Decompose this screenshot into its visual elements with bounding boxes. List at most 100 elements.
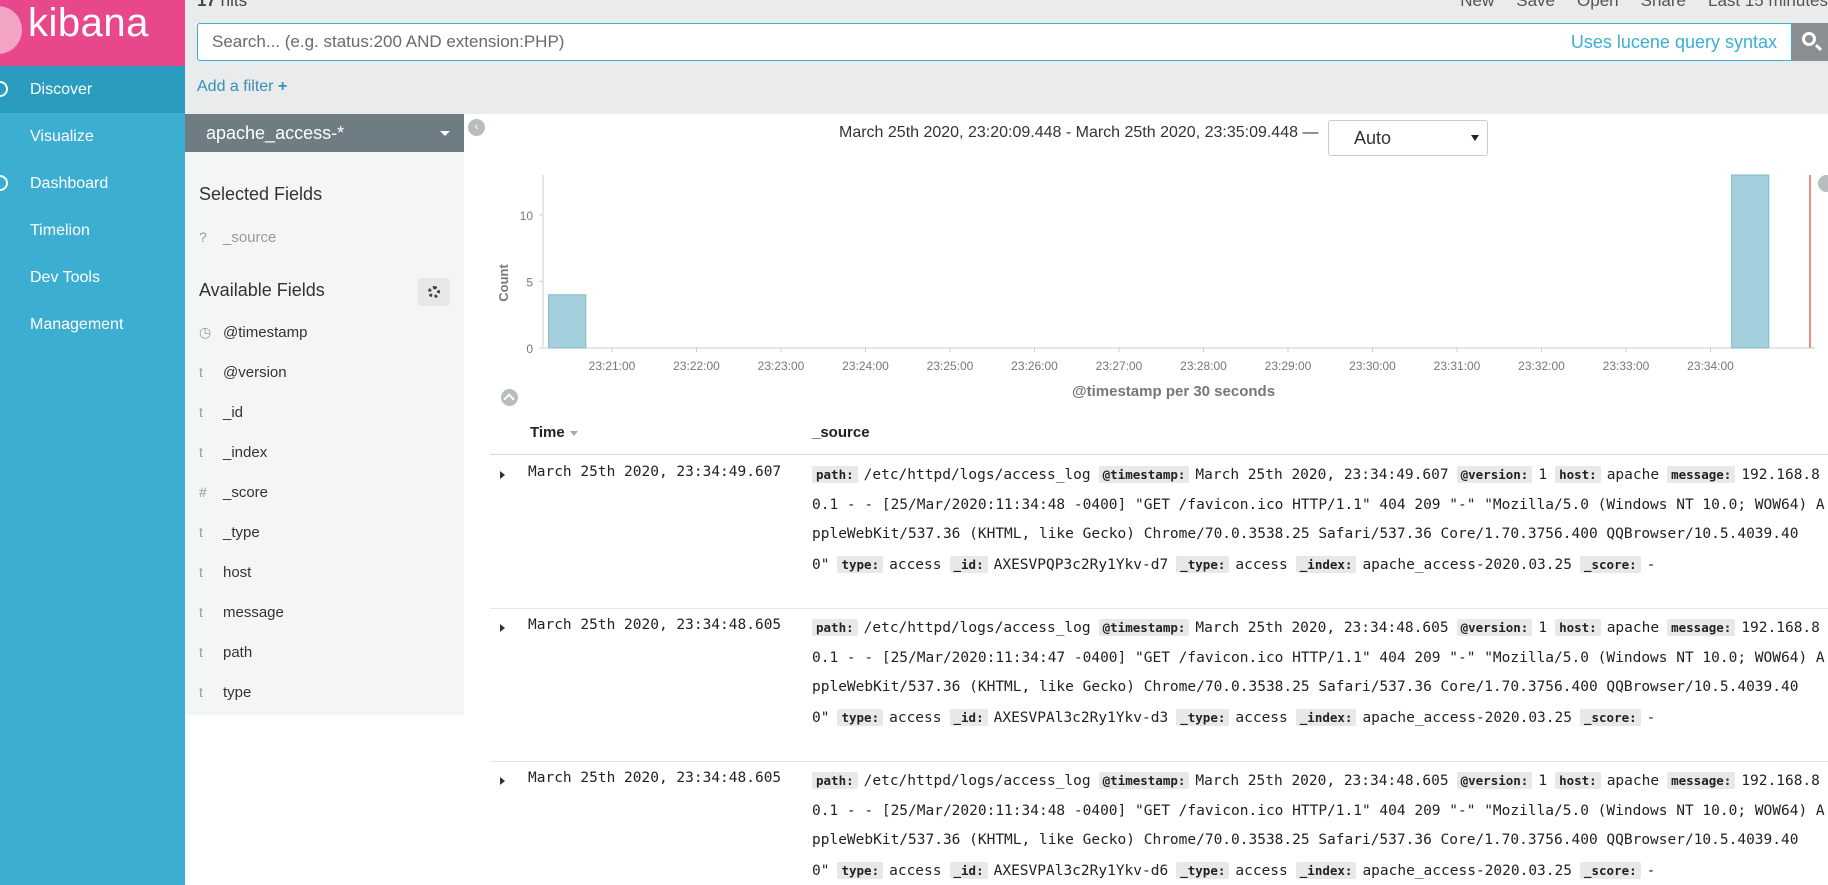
field-name: _score	[223, 484, 269, 501]
field-item-path[interactable]: t path	[199, 642, 252, 662]
search-box: Uses lucene query syntax	[197, 23, 1792, 61]
field-item-message[interactable]: t message	[199, 602, 284, 622]
sidebar-item-timelion[interactable]: Timelion	[0, 207, 185, 254]
source-field-key: _index:	[1295, 555, 1357, 573]
table-row[interactable]: March 25th 2020, 23:34:49.607 path: /etc/h…	[490, 456, 1828, 609]
field-item-score[interactable]: # _score	[199, 482, 268, 502]
lucene-syntax-link[interactable]: Uses lucene query syntax	[1571, 32, 1777, 53]
field-item-index[interactable]: t _index	[199, 442, 267, 462]
sidebar-item-discover[interactable]: Discover	[0, 66, 185, 113]
source-field-key: host:	[1555, 619, 1601, 636]
histogram-chart[interactable]: 0 5 10 23:21:00 23:22:00 23:23:00 23:24:00 23:2…	[490, 165, 1828, 405]
field-name: type	[223, 684, 252, 701]
field-item-host[interactable]: t host	[199, 562, 251, 582]
expand-row-icon[interactable]	[500, 777, 505, 785]
top-menu: New Save Open Share Last 15 minutes	[1460, 0, 1828, 11]
source-field-value: 1	[1538, 773, 1548, 789]
field-name: message	[223, 604, 284, 621]
source-field-value: AXESVPAl3c2Ry1Ykv-d6	[993, 862, 1169, 879]
source-field-key: message:	[1667, 619, 1736, 636]
field-name: host	[223, 564, 252, 581]
source-field-value: access	[1235, 709, 1288, 726]
index-pattern-label: apache_access-*	[206, 123, 345, 143]
y-tick-label: 10	[520, 209, 534, 223]
table-row[interactable]: March 25th 2020, 23:34:48.605 path: /etc/h…	[490, 609, 1828, 762]
open-button[interactable]: Open	[1577, 0, 1619, 11]
source-field-value: apache_access-2020.03.25	[1362, 862, 1572, 879]
kibana-discover-page: kibana Discover Visualize Dashboard Time…	[0, 0, 1828, 885]
share-button[interactable]: Share	[1641, 0, 1686, 11]
source-field-value: apache	[1606, 467, 1660, 483]
source-field-value: /etc/httpd/logs/access_log	[863, 620, 1091, 636]
field-item-version[interactable]: t @version	[199, 362, 287, 382]
search-icon	[1802, 32, 1816, 46]
interval-value: Auto	[1354, 128, 1392, 148]
sidebar-item-label: Timelion	[30, 222, 90, 239]
row-source: path: /etc/httpd/logs/access_log @timestam…	[812, 460, 1828, 607]
string-type-icon: t	[199, 604, 203, 620]
index-pattern-select[interactable]: apache_access-*	[185, 114, 464, 152]
save-button[interactable]: Save	[1516, 0, 1555, 11]
source-field-key: type:	[837, 861, 884, 879]
string-type-icon: t	[199, 644, 203, 660]
sidebar-item-management[interactable]: Management	[0, 301, 185, 348]
source-field-key: _id:	[949, 708, 988, 726]
x-tick-label: 23:33:00	[1603, 359, 1650, 373]
source-field-value: access	[889, 862, 942, 879]
field-item-type[interactable]: t type	[199, 682, 251, 702]
compass-icon	[0, 81, 8, 97]
source-field-key: _type:	[1176, 708, 1230, 726]
interval-select[interactable]: Auto	[1328, 120, 1488, 156]
top-bar: 17 hits New Save Open Share Last 15 minu…	[185, 0, 1828, 114]
field-item-id[interactable]: t _id	[199, 402, 243, 422]
field-name: _type	[223, 524, 260, 541]
collapse-sidebar-icon[interactable]: ‹	[468, 119, 485, 136]
collapse-chart-icon[interactable]	[501, 389, 518, 406]
new-button[interactable]: New	[1460, 0, 1494, 11]
sort-desc-icon[interactable]	[569, 430, 578, 436]
sidebar-item-dev-tools[interactable]: Dev Tools	[0, 254, 185, 301]
collapse-right-icon[interactable]	[1818, 175, 1828, 192]
source-field-value: -	[1646, 556, 1656, 573]
field-name: @timestamp	[223, 324, 308, 341]
histogram-bar	[1731, 174, 1770, 349]
source-field-key: @timestamp:	[1098, 772, 1190, 789]
source-field-value: apache_access-2020.03.25	[1362, 709, 1572, 726]
sidebar-item-label: Visualize	[30, 128, 94, 145]
sidebar-item-label: Management	[30, 316, 124, 333]
source-field-value: AXESVPQP3c2Ry1Ykv-d7	[993, 556, 1169, 573]
source-field-value: access	[1235, 862, 1288, 879]
x-tick-label: 23:28:00	[1180, 359, 1227, 373]
field-item-source[interactable]: ? _source	[199, 227, 276, 247]
source-field-key: host:	[1555, 772, 1601, 789]
gear-icon	[428, 286, 440, 298]
expand-row-icon[interactable]	[500, 471, 505, 479]
add-filter-label: Add a filter	[197, 78, 274, 95]
sidebar-item-visualize[interactable]: Visualize	[0, 113, 185, 160]
source-field-key: host:	[1555, 466, 1601, 483]
source-field-key: path:	[812, 619, 858, 636]
kibana-logo[interactable]: kibana	[0, 0, 185, 66]
add-filter-button[interactable]: Add a filter +	[197, 78, 287, 96]
expand-row-icon[interactable]	[500, 624, 505, 632]
source-field-value: March 25th 2020, 23:34:48.605	[1195, 773, 1449, 789]
column-header-time[interactable]: Time	[530, 424, 578, 441]
source-field-key: _id:	[949, 861, 988, 879]
table-row[interactable]: March 25th 2020, 23:34:48.605 path: /etc/h…	[490, 762, 1828, 885]
number-type-icon: #	[199, 484, 207, 500]
source-field-value: access	[889, 709, 942, 726]
field-settings-button[interactable]	[418, 278, 450, 306]
hits-number: 17	[197, 0, 216, 10]
hits-label: hits	[220, 0, 248, 10]
search-button[interactable]	[1792, 23, 1828, 61]
search-input[interactable]	[212, 32, 1571, 52]
field-item-timestamp[interactable]: ◷ @timestamp	[199, 322, 307, 342]
chart-x-axis-label: @timestamp per 30 seconds	[1072, 383, 1276, 400]
time-picker-button[interactable]: Last 15 minutes	[1708, 0, 1828, 11]
field-name: _source	[223, 229, 277, 246]
caret-down-icon	[1471, 135, 1479, 141]
sidebar-item-dashboard[interactable]: Dashboard	[0, 160, 185, 207]
source-field-value: March 25th 2020, 23:34:48.605	[1195, 620, 1449, 636]
field-item-type-meta[interactable]: t _type	[199, 522, 260, 542]
sidebar-item-label: Dev Tools	[30, 269, 100, 286]
